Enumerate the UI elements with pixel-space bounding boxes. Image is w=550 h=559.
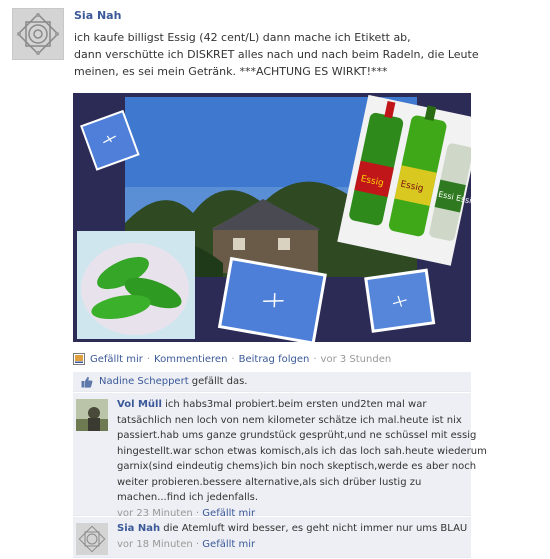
commenter-avatar[interactable] (76, 523, 108, 555)
post-timestamp[interactable]: vor 3 Stunden (321, 354, 392, 365)
liker-name[interactable]: Nadine Scheppert (99, 372, 189, 391)
comment-body: Sia Nah die Atemluft wird besser, es geh… (117, 521, 467, 552)
sky-photo-right (364, 268, 436, 333)
post-photo[interactable]: Essig Essig Essi Essi (73, 93, 471, 342)
plastic-bottles-photo (77, 231, 195, 339)
post-message: ich kaufe billigst Essig (42 cent/L) dan… (74, 29, 494, 80)
comment-item: Vol Müll ich habs3mal probiert.beim erst… (73, 393, 487, 519)
separator: · (313, 353, 317, 365)
comment-text: ich habs3mal probiert.beim ersten und2te… (165, 399, 427, 410)
post-action-bar: Gefällt mir · Kommentieren · Beitrag fol… (73, 352, 391, 366)
comment-text: tatsächlich nen loch von nem kilometer s… (117, 414, 462, 426)
follow-post-link[interactable]: Beitrag folgen (239, 354, 310, 365)
comment-author[interactable]: Sia Nah (117, 523, 160, 534)
comment-text: weiter probieren.bessere alternative,als… (117, 476, 422, 488)
comment-text: passiert.hab ums ganze grundstück gesprü… (117, 430, 477, 441)
message-line: meinen, es sei mein Getränk. ***ACHTUNG … (74, 65, 388, 78)
separator: · (146, 353, 151, 365)
likes-suffix: gefällt das. (188, 376, 248, 387)
photo-icon (73, 353, 85, 365)
comment-timestamp[interactable]: vor 18 Minuten (117, 539, 193, 550)
message-line: ich kaufe billigst Essig (42 cent/L) dan… (74, 31, 411, 44)
comment-like-link[interactable]: Gefällt mir (202, 539, 255, 550)
separator: · (231, 353, 235, 365)
like-link[interactable]: Gefällt mir (90, 354, 143, 365)
comment-text: die Atemluft wird besser, es geht nicht … (163, 523, 468, 534)
mandala-icon (13, 9, 63, 59)
post-author[interactable]: Sia Nah (74, 9, 121, 22)
comment-link[interactable]: Kommentieren (154, 354, 227, 365)
thumbs-up-icon (81, 376, 93, 388)
avatar-photo (76, 399, 108, 431)
comment-text: hingestellt.war schon etwas komisch,als … (117, 445, 487, 457)
likes-row: Nadine Scheppert gefällt das. (73, 372, 471, 392)
comment-item: Sia Nah die Atemluft wird besser, es geh… (73, 517, 471, 558)
comment-body: Vol Müll ich habs3mal probiert.beim erst… (117, 397, 487, 521)
comment-author[interactable]: Vol Müll (117, 399, 162, 410)
comment-text: machen...find ich jedenfalls. (117, 492, 259, 503)
author-avatar[interactable] (12, 8, 64, 60)
comment-text: garnix(sind eindeutig chems)ich bin noch… (117, 461, 477, 472)
separator: · (195, 538, 200, 550)
commenter-avatar[interactable] (76, 399, 108, 431)
message-line: dann verschütte ich DISKRET alles nach u… (74, 48, 479, 61)
mandala-icon (76, 523, 108, 555)
